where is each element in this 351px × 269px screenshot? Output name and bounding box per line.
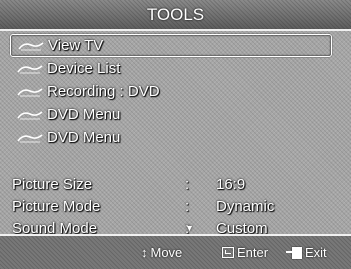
anynet-icon — [18, 40, 44, 52]
menu-item-dvd-menu-1[interactable]: DVD Menu — [10, 103, 332, 126]
anynet-icon — [17, 132, 43, 144]
setting-value: 16:9 — [216, 176, 246, 193]
scroll-down-icon: ▼ — [185, 223, 194, 233]
setting-label: Picture Mode — [12, 198, 101, 215]
tools-menu-screen: TOOLS View TV Device List Recording : DV… — [0, 0, 351, 269]
setting-value: Dynamic — [216, 198, 275, 215]
up-down-arrow-icon: ↕ — [141, 245, 148, 260]
anynet-menu-list: View TV Device List Recording : DVD DVD … — [10, 34, 332, 149]
menu-item-label: DVD Menu — [47, 106, 121, 123]
setting-picture-size[interactable]: Picture Size : 16:9 — [0, 174, 351, 196]
footer-exit-label: Exit — [305, 245, 327, 260]
footer-exit: Exit — [286, 245, 327, 260]
footer-move: ↕ Move — [141, 245, 182, 260]
menu-item-label: DVD Menu — [47, 129, 121, 146]
footer-move-label: Move — [150, 245, 183, 260]
anynet-icon — [17, 63, 43, 75]
setting-label: Picture Size — [12, 176, 93, 193]
title-divider — [0, 29, 351, 31]
menu-item-label: Recording : DVD — [47, 83, 160, 100]
menu-item-device-list[interactable]: Device List — [10, 57, 332, 80]
setting-picture-mode[interactable]: Picture Mode : Dynamic — [0, 196, 351, 218]
setting-colon: : — [185, 176, 190, 193]
menu-item-label: View TV — [48, 37, 104, 54]
menu-title: TOOLS — [0, 0, 351, 29]
enter-icon — [222, 247, 234, 258]
footer-enter: Enter — [222, 245, 268, 260]
setting-colon: : — [185, 198, 190, 215]
menu-item-view-tv[interactable]: View TV — [10, 34, 332, 57]
exit-icon — [286, 246, 302, 259]
footer-enter-label: Enter — [237, 245, 269, 260]
anynet-icon — [17, 86, 43, 98]
menu-item-dvd-menu-2[interactable]: DVD Menu — [10, 126, 332, 149]
footer-help-bar: ↕ Move Enter Exit — [0, 236, 351, 269]
menu-item-recording[interactable]: Recording : DVD — [10, 80, 332, 103]
anynet-icon — [17, 109, 43, 121]
menu-item-label: Device List — [47, 60, 121, 77]
settings-list: Picture Size : 16:9 Picture Mode : Dynam… — [0, 174, 351, 240]
